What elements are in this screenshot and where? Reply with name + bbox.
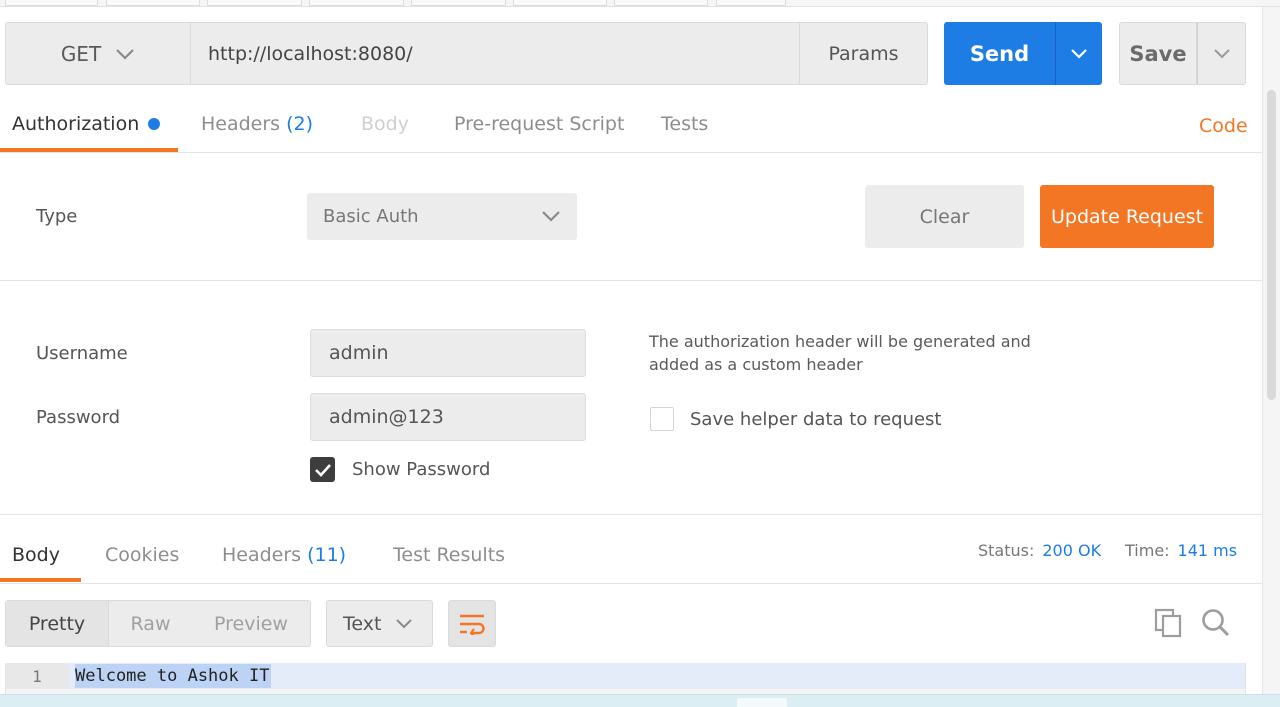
view-raw-label: Raw xyxy=(130,612,171,635)
response-divider xyxy=(0,514,1262,515)
tab-body-label: Body xyxy=(361,113,409,135)
type-label: Type xyxy=(36,206,78,227)
app-tab[interactable] xyxy=(716,0,786,6)
auth-type-select[interactable]: Basic Auth xyxy=(307,193,577,240)
view-preview-button[interactable]: Preview xyxy=(192,601,310,646)
search-icon[interactable] xyxy=(1200,608,1230,638)
time-label: Time: xyxy=(1125,541,1170,560)
time-value: 141 ms xyxy=(1177,541,1238,560)
status-label: Status: xyxy=(978,541,1035,560)
checkmark-icon xyxy=(314,463,331,477)
chevron-down-icon xyxy=(542,211,560,222)
app-tab[interactable] xyxy=(207,0,302,6)
method-select[interactable]: GET xyxy=(5,22,190,85)
wrap-lines-button[interactable] xyxy=(448,600,496,647)
save-label: Save xyxy=(1129,41,1187,66)
tab-headers[interactable]: Headers (2) xyxy=(201,113,313,135)
response-tab-headers-count: (11) xyxy=(307,544,347,566)
app-tab[interactable] xyxy=(5,0,98,6)
method-label: GET xyxy=(60,41,102,66)
tab-headers-label: Headers xyxy=(201,113,281,135)
username-value: admin xyxy=(329,342,389,364)
status-value: 200 OK xyxy=(1042,541,1102,560)
taskbar xyxy=(0,694,1280,707)
username-label: Username xyxy=(36,343,128,364)
response-tab-headers-label: Headers xyxy=(222,544,302,566)
save-button[interactable]: Save xyxy=(1119,22,1197,85)
response-tab-cookies-label: Cookies xyxy=(105,544,180,566)
format-value: Text xyxy=(343,612,382,635)
scrollbar-thumb[interactable] xyxy=(1267,90,1276,400)
response-tab-cookies[interactable]: Cookies xyxy=(105,544,179,566)
url-text: http://localhost:8080/ xyxy=(208,42,413,65)
update-request-label: Update Request xyxy=(1050,205,1204,228)
send-options-button[interactable] xyxy=(1055,22,1102,85)
app-tab[interactable] xyxy=(106,0,200,6)
postman-window: GET http://localhost:8080/ Params Send S… xyxy=(0,0,1280,707)
active-dot-icon xyxy=(148,118,161,130)
chevron-down-icon xyxy=(396,619,413,629)
wrap-lines-icon xyxy=(460,614,485,635)
chevron-down-icon xyxy=(116,48,134,60)
chevron-down-icon xyxy=(1213,49,1230,59)
password-input[interactable]: admin@123 xyxy=(310,393,586,441)
tab-prerequest-script[interactable]: Pre-request Script xyxy=(454,113,624,135)
password-value: admin@123 xyxy=(329,406,444,428)
helper-text: The authorization header will be generat… xyxy=(649,332,1031,374)
password-label: Password xyxy=(36,407,121,428)
tab-authorization[interactable]: Authorization xyxy=(12,113,161,135)
tab-prerequest-label: Pre-request Script xyxy=(454,113,625,135)
auth-type-divider xyxy=(0,280,1262,281)
response-tab-body[interactable]: Body xyxy=(12,544,60,566)
status-readout: Status: 200 OK xyxy=(978,541,1101,560)
save-helper-checkbox[interactable] xyxy=(650,407,674,431)
view-preview-label: Preview xyxy=(214,612,288,635)
tab-body[interactable]: Body xyxy=(361,113,409,135)
response-active-tab-indicator xyxy=(0,578,81,582)
save-helper-label[interactable]: Save helper data to request xyxy=(690,409,942,430)
code-link[interactable]: Code xyxy=(1199,115,1248,137)
response-tab-headers[interactable]: Headers (11) xyxy=(222,544,346,566)
app-tab[interactable] xyxy=(309,0,404,6)
params-button[interactable]: Params xyxy=(799,22,928,85)
tab-tests-label: Tests xyxy=(661,113,709,135)
url-input[interactable]: http://localhost:8080/ xyxy=(190,22,800,85)
taskbar-item[interactable] xyxy=(737,698,787,707)
tab-tests[interactable]: Tests xyxy=(661,113,708,135)
time-readout: Time: 141 ms xyxy=(1125,541,1237,560)
response-body-line[interactable]: Welcome to Ashok IT xyxy=(75,664,272,688)
app-tab[interactable] xyxy=(614,0,708,6)
request-tabs-divider xyxy=(0,152,1262,153)
clear-label: Clear xyxy=(919,205,970,228)
response-tab-test-results[interactable]: Test Results xyxy=(393,544,505,566)
send-button[interactable]: Send xyxy=(944,22,1055,85)
update-request-button[interactable]: Update Request xyxy=(1040,185,1214,248)
show-password-label[interactable]: Show Password xyxy=(352,459,490,480)
line-number: 1 xyxy=(5,663,69,689)
show-password-checkbox[interactable] xyxy=(310,457,335,482)
params-label: Params xyxy=(828,42,899,65)
view-pretty-label: Pretty xyxy=(28,612,86,635)
username-input[interactable]: admin xyxy=(310,329,586,377)
view-raw-button[interactable]: Raw xyxy=(109,601,192,646)
app-tab[interactable] xyxy=(513,0,607,6)
response-view-toggle: Pretty Raw Preview xyxy=(5,600,311,647)
auth-type-value: Basic Auth xyxy=(323,206,419,227)
app-tab[interactable] xyxy=(411,0,506,6)
tab-authorization-label: Authorization xyxy=(12,113,140,135)
send-label: Send xyxy=(969,41,1030,66)
response-tab-test-results-label: Test Results xyxy=(393,544,506,566)
tab-headers-count: (2) xyxy=(286,113,314,135)
copy-icon[interactable] xyxy=(1153,608,1183,638)
clear-button[interactable]: Clear xyxy=(865,185,1024,248)
chevron-down-icon xyxy=(1071,49,1087,59)
save-options-button[interactable] xyxy=(1197,22,1246,85)
response-tab-body-label: Body xyxy=(12,544,60,566)
response-tabs-divider xyxy=(0,583,1262,584)
view-pretty-button[interactable]: Pretty xyxy=(6,601,109,646)
format-select[interactable]: Text xyxy=(326,600,433,647)
